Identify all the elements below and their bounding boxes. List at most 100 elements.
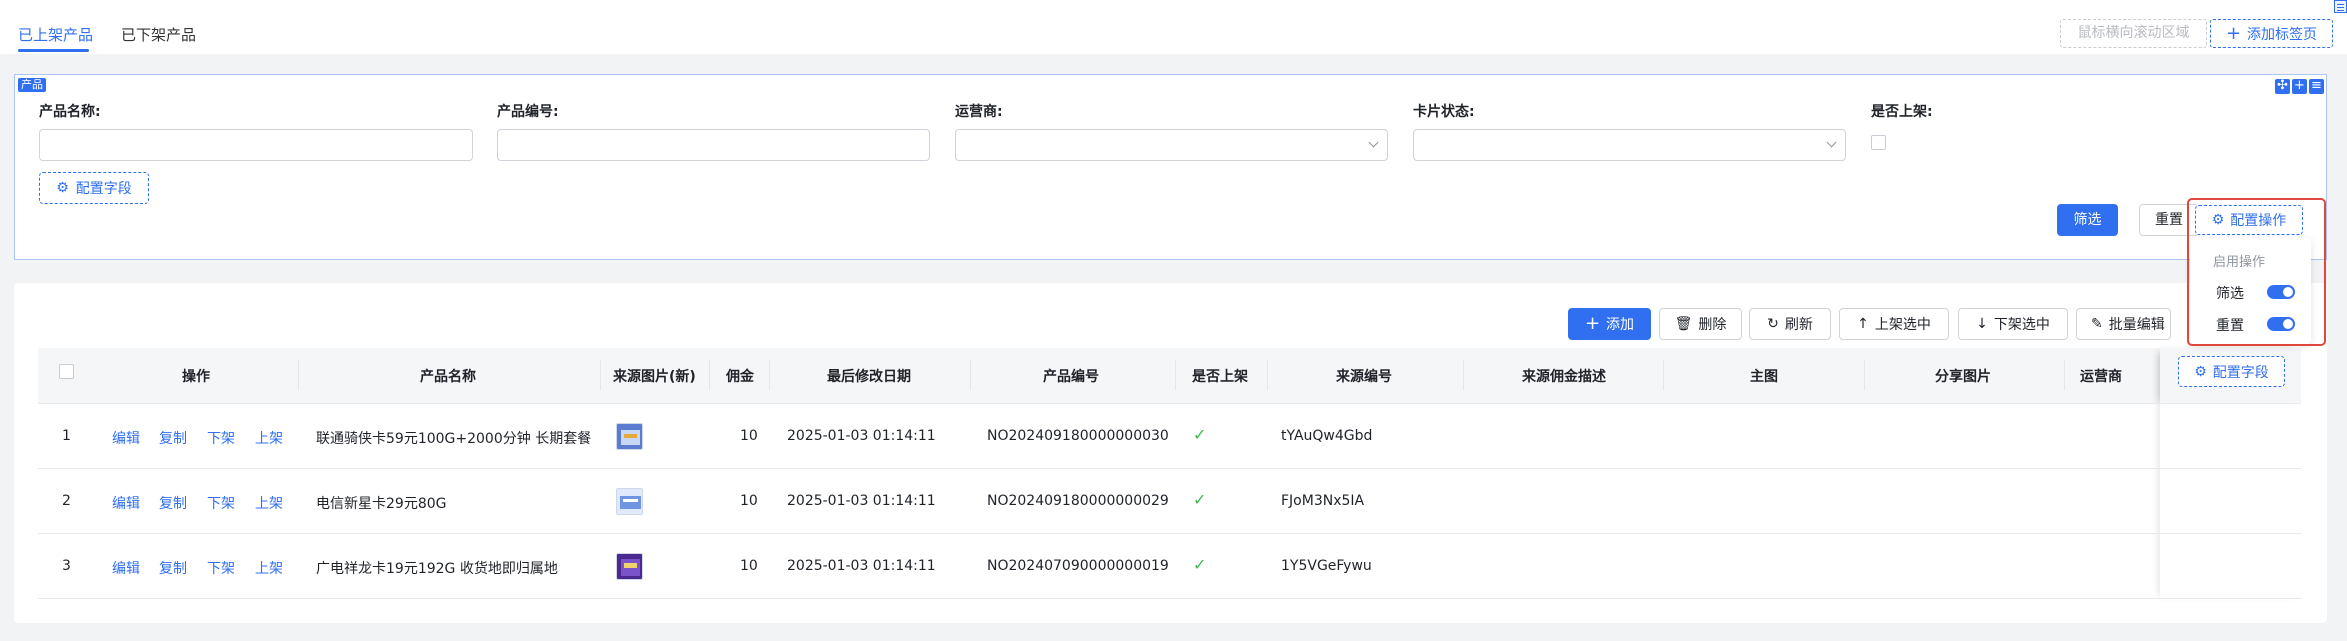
- col-header-source-image: 来源图片(新): [613, 369, 696, 385]
- delist-link[interactable]: 下架: [207, 428, 235, 448]
- tab-delisted-products[interactable]: 已下架产品: [121, 24, 196, 45]
- edit-link[interactable]: 编辑: [112, 428, 140, 448]
- select-all-checkbox[interactable]: [59, 364, 74, 379]
- unshelve-selected-button[interactable]: ↓ 下架选中: [1958, 308, 2068, 340]
- modified-date: 2025-01-03 01:14:11: [787, 493, 936, 509]
- batch-edit-label: 批量编辑: [2108, 317, 2165, 333]
- product-name-input[interactable]: [39, 129, 473, 161]
- filter-panel: 产品 ✣ + ≡ 产品名称: 产品编号: 运营商: 卡片状态: 是否上架: ⚙ …: [14, 74, 2327, 260]
- row-index: 1: [62, 428, 71, 444]
- column-divider[interactable]: [1267, 360, 1268, 390]
- filter-toggle[interactable]: [2267, 285, 2295, 299]
- popup-option-reset: 重置: [2216, 318, 2244, 334]
- edit-link[interactable]: 编辑: [112, 493, 140, 513]
- column-divider[interactable]: [1663, 360, 1664, 390]
- chevron-down-icon: [1368, 137, 1379, 148]
- arrow-up-icon: ↑: [1857, 316, 1869, 332]
- config-columns-button[interactable]: ⚙ 配置字段: [2178, 356, 2285, 387]
- add-icon[interactable]: +: [2292, 79, 2307, 94]
- filter-button[interactable]: 筛选: [2057, 204, 2118, 236]
- source-code: tYAuQw4Gbd: [1281, 428, 1373, 444]
- gear-icon: ⚙: [2211, 212, 2225, 228]
- col-header-commission: 佣金: [726, 369, 754, 385]
- list-link[interactable]: 上架: [255, 428, 283, 448]
- column-divider[interactable]: [1864, 360, 1865, 390]
- row-divider: [38, 403, 2301, 404]
- edit-icon: ✎: [2091, 316, 2103, 332]
- reset-toggle[interactable]: [2267, 317, 2295, 331]
- add-tab-label: 添加标签页: [2247, 26, 2318, 43]
- shelve-selected-button[interactable]: ↑ 上架选中: [1839, 308, 1949, 340]
- active-tab-indicator: [18, 49, 89, 52]
- col-header-actions: 操作: [182, 369, 210, 385]
- field-label-product-name: 产品名称:: [39, 104, 101, 120]
- gear-icon: ⚙: [56, 180, 69, 196]
- refresh-button[interactable]: ↻ 刷新: [1749, 308, 1831, 340]
- field-label-product-code: 产品编号:: [497, 104, 559, 120]
- row-divider: [38, 468, 2301, 469]
- card-status-select[interactable]: [1413, 129, 1846, 161]
- source-code: 1Y5VGeFywu: [1281, 558, 1372, 574]
- refresh-label: 刷新: [1784, 317, 1813, 333]
- column-divider[interactable]: [970, 360, 971, 390]
- col-header-product-code: 产品编号: [1043, 369, 1099, 385]
- product-code-input[interactable]: [497, 129, 930, 161]
- col-header-source-code: 来源编号: [1336, 369, 1392, 385]
- config-fields-label: 配置字段: [75, 181, 132, 197]
- product-code: NO202409180000000030: [987, 428, 1169, 444]
- field-label-carrier: 运营商:: [955, 104, 1003, 120]
- move-icon[interactable]: ✣: [2275, 79, 2290, 94]
- modified-date: 2025-01-03 01:14:11: [787, 558, 936, 574]
- row-index: 2: [62, 493, 71, 509]
- column-divider[interactable]: [600, 360, 601, 390]
- popup-option-filter: 筛选: [2216, 286, 2244, 302]
- product-name: 广电祥龙卡19元192G 收货地即归属地: [316, 561, 558, 577]
- check-icon: ✓: [1193, 425, 1207, 444]
- carrier-select[interactable]: [955, 129, 1388, 161]
- row-index: 3: [62, 558, 71, 574]
- product-code: NO202409180000000029: [987, 493, 1169, 509]
- copy-link[interactable]: 复制: [159, 493, 187, 513]
- config-columns-label: 配置字段: [2212, 364, 2269, 381]
- batch-edit-button[interactable]: ✎ 批量编辑: [2076, 308, 2171, 340]
- horizontal-scroll-area[interactable]: 鼠标横向滚动区域: [2060, 19, 2207, 48]
- col-header-main-image: 主图: [1750, 369, 1778, 385]
- source-image-thumbnail[interactable]: [616, 423, 643, 450]
- col-header-product-name: 产品名称: [420, 369, 476, 385]
- delist-link[interactable]: 下架: [207, 493, 235, 513]
- menu-icon[interactable]: [2334, 0, 2347, 13]
- column-divider[interactable]: [1175, 360, 1176, 390]
- commission: 10: [740, 428, 758, 444]
- list-link[interactable]: 上架: [255, 493, 283, 513]
- config-ops-button[interactable]: ⚙ 配置操作: [2195, 205, 2303, 235]
- column-divider[interactable]: [709, 360, 710, 390]
- edit-link[interactable]: 编辑: [112, 558, 140, 578]
- column-divider[interactable]: [298, 360, 299, 390]
- col-header-carrier: 运营商: [2080, 369, 2122, 385]
- copy-link[interactable]: 复制: [159, 558, 187, 578]
- delete-button[interactable]: 🗑 删除: [1659, 308, 1742, 340]
- add-tab-button[interactable]: + 添加标签页: [2210, 19, 2333, 48]
- on-shelf-checkbox[interactable]: [1871, 135, 1886, 150]
- add-button[interactable]: + 添加: [1568, 308, 1651, 340]
- panel-tag: 产品: [18, 78, 46, 92]
- config-fields-button[interactable]: ⚙ 配置字段: [39, 172, 149, 204]
- copy-link[interactable]: 复制: [159, 428, 187, 448]
- product-name: 联通骑侠卡59元100G+2000分钟 长期套餐: [316, 431, 592, 447]
- col-header-share-image: 分享图片: [1935, 369, 1991, 385]
- source-image-thumbnail[interactable]: [616, 553, 643, 580]
- delist-link[interactable]: 下架: [207, 558, 235, 578]
- commission: 10: [740, 493, 758, 509]
- tab-listed-products[interactable]: 已上架产品: [18, 24, 93, 45]
- source-code: FJoM3Nx5IA: [1281, 493, 1365, 509]
- list-link[interactable]: 上架: [255, 558, 283, 578]
- unshelve-selected-label: 下架选中: [1993, 317, 2050, 333]
- list-icon[interactable]: ≡: [2309, 79, 2324, 94]
- source-image-thumbnail[interactable]: [616, 488, 643, 515]
- chevron-down-icon: [1826, 137, 1837, 148]
- trash-icon: 🗑: [1674, 316, 1693, 332]
- column-divider[interactable]: [769, 360, 770, 390]
- column-divider[interactable]: [1463, 360, 1464, 390]
- shelve-selected-label: 上架选中: [1874, 317, 1931, 333]
- column-divider[interactable]: [2064, 360, 2065, 390]
